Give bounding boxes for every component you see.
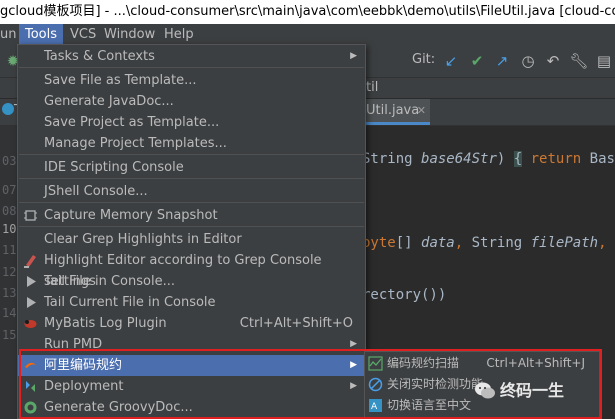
line-number: 11 — [2, 243, 17, 257]
menu-bar: un Tools VCS Window Help — [0, 24, 615, 45]
menu-item-tail-file-console[interactable]: Tail File in Console... — [18, 271, 365, 292]
menu-vcs[interactable]: VCS — [70, 24, 96, 45]
menu-help[interactable]: Help — [164, 24, 194, 45]
menu-separator — [19, 67, 364, 68]
code-line: rectory()) — [362, 287, 447, 303]
menu-separator — [19, 154, 364, 155]
menu-separator — [19, 226, 364, 227]
submenu-arrow-icon: ▶ — [350, 360, 357, 370]
layout-icon[interactable]: ▤ — [594, 51, 614, 71]
history-icon[interactable]: ◷ — [518, 51, 538, 71]
git-label: Git: — [412, 52, 436, 67]
play-icon — [27, 276, 36, 287]
close-icon[interactable]: ✕ — [417, 99, 426, 123]
menu-item-clear-grep-highlights[interactable]: Clear Grep Highlights in Editor — [18, 229, 365, 250]
java-class-icon — [2, 103, 14, 115]
svg-text:A: A — [371, 402, 378, 412]
breadcrumb-tail[interactable]: til — [366, 80, 378, 95]
play-icon — [27, 297, 36, 308]
line-number: 15 — [2, 328, 17, 342]
menu-separator — [19, 178, 364, 179]
menu-item-tail-current-file[interactable]: Tail Current File in Console — [18, 292, 365, 313]
tab-fileutil[interactable]: Util.java ✕ — [362, 99, 430, 125]
git-update-icon[interactable]: ↙ — [441, 51, 461, 71]
menu-run[interactable]: un — [0, 24, 16, 45]
line-number: 13 — [2, 286, 17, 300]
rollback-icon[interactable]: ↶ — [543, 51, 563, 71]
prohibit-icon — [368, 377, 383, 392]
menu-window[interactable]: Window — [104, 24, 155, 45]
menu-separator — [19, 202, 364, 203]
menu-item-deployment[interactable]: Deployment ▶ — [18, 376, 365, 397]
menu-item-save-project-template[interactable]: Save Project as Template... — [18, 112, 365, 133]
line-number: 07 — [2, 183, 17, 197]
menu-item-generate-javadoc[interactable]: Generate JavaDoc... — [18, 91, 365, 112]
menu-item-ide-scripting-console[interactable]: IDE Scripting Console — [18, 157, 365, 178]
translate-icon: A — [369, 399, 382, 412]
code-line: String base64Str) { return Base6 — [362, 151, 615, 167]
menu-item-generate-groovydoc[interactable]: Generate GroovyDoc... — [18, 397, 365, 418]
menu-item-mybatis-log-plugin[interactable]: MyBatis Log Plugin Ctrl+Alt+Shift+O — [18, 313, 365, 334]
menu-tools[interactable]: Tools — [19, 24, 64, 45]
code-line: byte[] data, String filePath, St — [362, 235, 615, 251]
line-number: 12 — [2, 265, 17, 279]
memory-chip-icon — [24, 210, 37, 221]
line-number: 03 — [2, 154, 17, 168]
submenu-arrow-icon: ▶ — [350, 339, 357, 349]
line-number: 14 — [2, 306, 17, 320]
deployment-arrows-icon — [26, 381, 35, 392]
submenu-arrow-icon: ▶ — [350, 51, 357, 61]
submenu-item-coding-scan[interactable]: 编码规约扫描 Ctrl+Alt+Shift+J — [365, 353, 599, 374]
mybatis-bird-icon — [24, 320, 37, 328]
menu-item-tasks-contexts[interactable]: Tasks & Contexts ▶ — [18, 46, 365, 67]
menu-item-manage-project-templates[interactable]: Manage Project Templates... — [18, 133, 365, 154]
window-title: gcloud模板项目] - ...\cloud-consumer\src\mai… — [0, 0, 615, 24]
watermark-text: 终码一生 — [500, 381, 565, 400]
scan-chart-icon — [368, 356, 383, 371]
tools-menu: Tasks & Contexts ▶ Save File as Template… — [17, 44, 366, 419]
line-number: 10 — [2, 222, 17, 236]
highlighter-icon — [24, 255, 36, 268]
git-push-icon[interactable]: ↗ — [492, 51, 512, 71]
submenu-arrow-icon: ▶ — [350, 381, 357, 391]
menu-item-capture-memory-snapshot[interactable]: Capture Memory Snapshot — [18, 205, 365, 226]
menu-item-save-file-template[interactable]: Save File as Template... — [18, 70, 365, 91]
wechat-icon — [475, 382, 495, 399]
git-commit-icon[interactable]: ✔ — [467, 51, 487, 71]
line-number: 08 — [2, 204, 17, 218]
menu-item-alibaba-coding-guidelines[interactable]: 阿里编码规约 ▶ — [18, 355, 365, 376]
menu-item-jshell-console[interactable]: JShell Console... — [18, 181, 365, 202]
groovy-icon — [24, 401, 37, 414]
wrench-icon[interactable]: 🔧︎ — [569, 51, 589, 71]
watermark: 终码一生 — [475, 378, 565, 404]
menu-item-run-pmd[interactable]: Run PMD ▶ — [18, 334, 365, 355]
alibaba-logo-icon — [25, 362, 36, 368]
tab-label: Util.java — [366, 103, 420, 118]
menu-item-highlight-editor-grep[interactable]: Highlight Editor according to Grep Conso… — [18, 250, 365, 289]
